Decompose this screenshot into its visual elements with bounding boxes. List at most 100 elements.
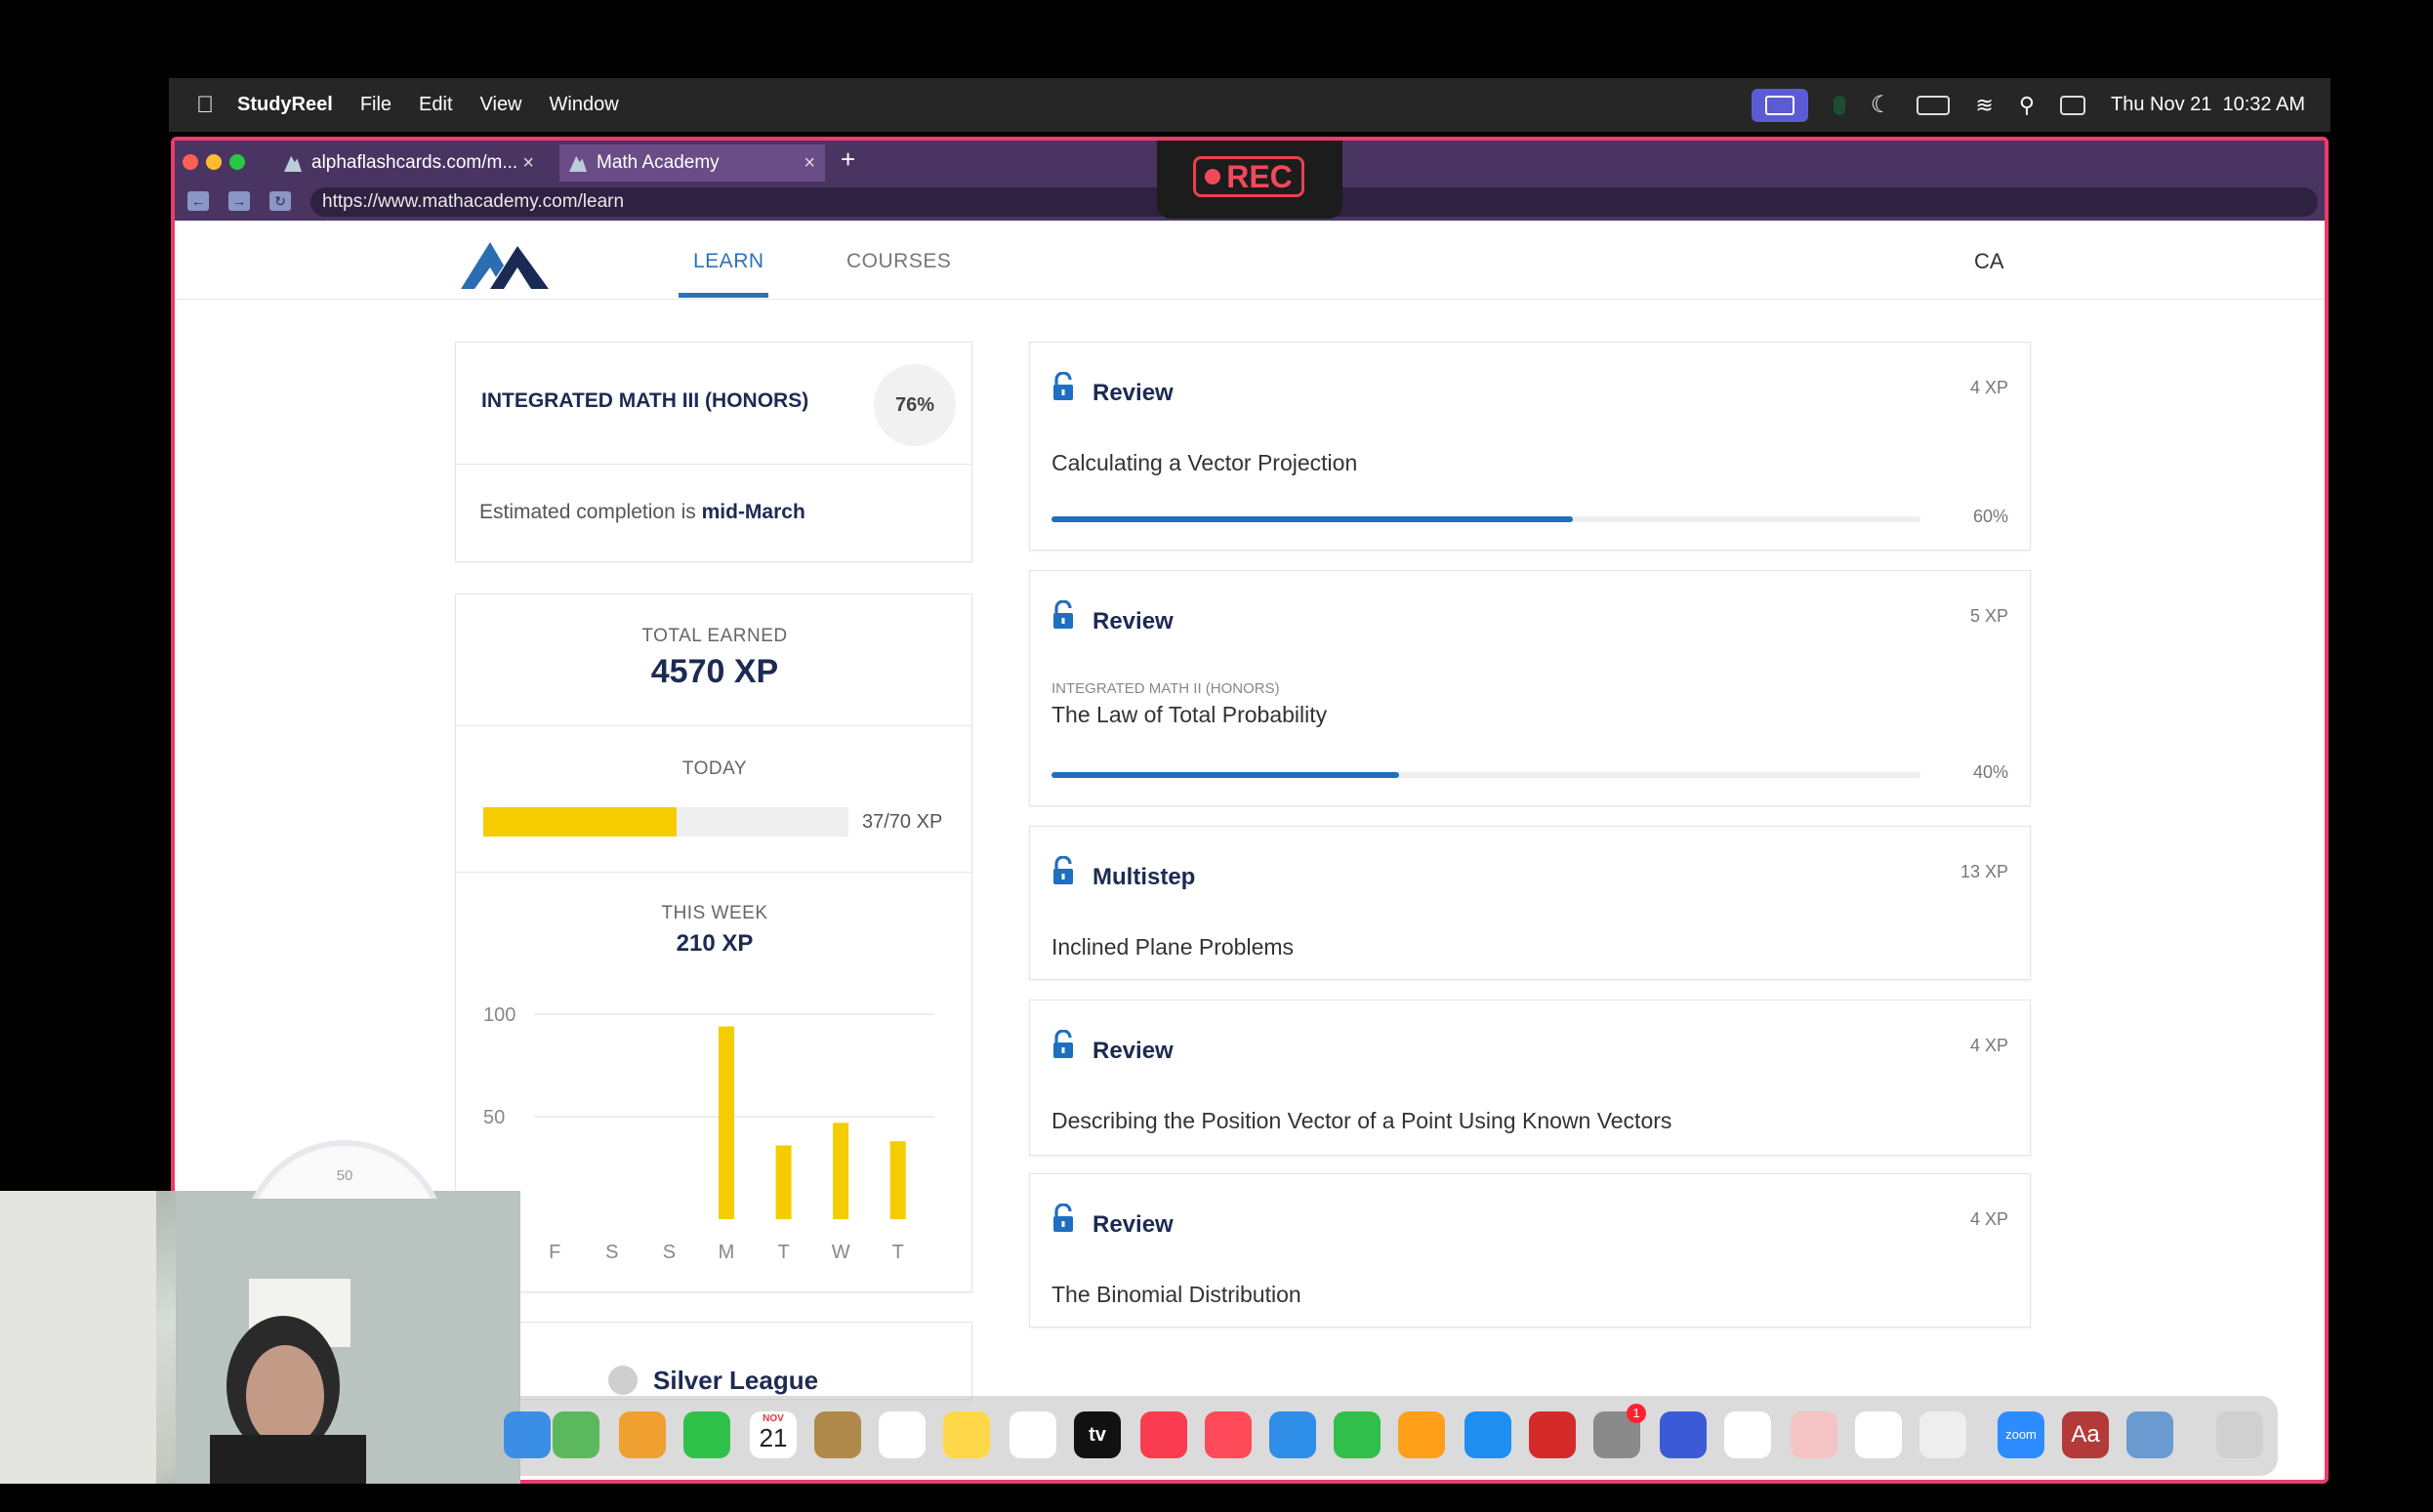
tv-icon[interactable]: tv <box>1074 1411 1121 1458</box>
reload-icon[interactable]: ↻ <box>269 191 291 211</box>
control-center-icon[interactable] <box>2059 95 2085 115</box>
acrobat-icon[interactable] <box>1529 1411 1576 1458</box>
dictionary-icon[interactable]: Aa <box>2062 1411 2109 1458</box>
app-store-icon[interactable] <box>1464 1411 1511 1458</box>
y-tick-label: 100 <box>483 1004 515 1026</box>
facetime-icon[interactable] <box>683 1411 730 1458</box>
apple-icon[interactable]:  <box>196 92 214 119</box>
cursor-app-icon[interactable] <box>1660 1411 1707 1458</box>
chrome-icon[interactable] <box>1855 1411 1902 1458</box>
lesson-card-3[interactable]: Multistep 13 XP Inclined Plane Problems <box>1029 826 2031 980</box>
lesson-card-4[interactable]: Review 4 XP Describing the Position Vect… <box>1029 1000 2031 1156</box>
pages-icon[interactable] <box>1398 1411 1445 1458</box>
tab-courses[interactable]: COURSES <box>846 250 951 273</box>
clock[interactable]: Thu Nov 21 10:32 AM <box>2111 94 2305 116</box>
zoom-label: zoom <box>2005 1427 2037 1442</box>
total-earned-label: TOTAL EARNED <box>641 626 788 646</box>
weekly-xp-chart: 100 50 F S S M T W T <box>483 1004 934 1263</box>
reminders-icon[interactable] <box>879 1411 926 1458</box>
record-dot-icon <box>1205 169 1221 184</box>
moon-icon[interactable]: ☾ <box>1871 91 1892 119</box>
music-icon[interactable] <box>1140 1411 1187 1458</box>
battery-icon[interactable] <box>1917 95 1951 115</box>
course-card[interactable]: INTEGRATED MATH III (HONORS) 76% Estimat… <box>455 342 972 562</box>
preview-icon[interactable] <box>2126 1411 2173 1458</box>
unlocked-lock-icon <box>1053 372 1073 400</box>
freeform-icon[interactable] <box>1010 1411 1056 1458</box>
contacts-icon[interactable] <box>814 1411 861 1458</box>
slack-icon[interactable] <box>1724 1411 1771 1458</box>
calendar-icon[interactable]: NOV 21 <box>750 1411 797 1458</box>
math-academy-favicon-icon <box>284 155 302 172</box>
lesson-type: Review <box>1093 380 1174 406</box>
bar-4 <box>775 1145 792 1219</box>
menu-edit[interactable]: Edit <box>419 94 452 116</box>
lesson-card-5[interactable]: Review 4 XP The Binomial Distribution <box>1029 1173 2031 1328</box>
bar-3 <box>719 1026 734 1219</box>
lesson-type: Review <box>1093 1038 1174 1064</box>
wifi-icon[interactable]: ≋ <box>1975 93 1993 118</box>
gauge-label: 50 <box>336 1167 353 1184</box>
maps-icon[interactable] <box>553 1411 599 1458</box>
back-icon[interactable]: ← <box>187 191 209 211</box>
screen-record-icon[interactable] <box>1751 88 1808 122</box>
menu-bar:  StudyReel File Edit View Window ☾ ≋ ⚲ … <box>169 78 2330 132</box>
tab-alphaflashcards[interactable]: alphaflashcards.com/m... × <box>274 144 544 182</box>
close-tab-icon[interactable]: × <box>804 152 815 175</box>
menu-file[interactable]: File <box>360 94 392 116</box>
lesson-type: Review <box>1093 1211 1174 1238</box>
trash-icon[interactable] <box>2216 1411 2263 1458</box>
tasks-icon[interactable] <box>1791 1411 1837 1458</box>
divider <box>456 872 971 873</box>
menu-app-name[interactable]: StudyReel <box>237 94 333 116</box>
menu-view[interactable]: View <box>480 94 522 116</box>
lesson-type: Review <box>1093 608 1174 634</box>
tv-label: tv <box>1089 1424 1106 1446</box>
numbers-icon[interactable] <box>1334 1411 1381 1458</box>
menu-window[interactable]: Window <box>550 94 619 116</box>
webcam-person-icon <box>0 1191 520 1484</box>
lesson-xp: 5 XP <box>1969 606 2008 626</box>
news-icon[interactable] <box>1205 1411 1252 1458</box>
keynote-icon[interactable] <box>1269 1411 1316 1458</box>
photos-icon[interactable] <box>619 1411 666 1458</box>
x-tick-label: T <box>777 1242 789 1263</box>
lesson-card-1[interactable]: Review 4 XP Calculating a Vector Project… <box>1029 342 2031 551</box>
lesson-course: INTEGRATED MATH II (HONORS) <box>1052 680 1280 697</box>
close-tab-icon[interactable]: × <box>522 152 534 175</box>
divider <box>456 725 971 726</box>
league-card[interactable]: Silver League <box>455 1322 972 1400</box>
tab-math-academy[interactable]: Math Academy × <box>559 144 825 182</box>
lesson-title: The Law of Total Probability <box>1052 702 1328 727</box>
notes-icon[interactable] <box>943 1411 990 1458</box>
green-dot-icon <box>1833 95 1845 115</box>
finder-icon[interactable] <box>504 1411 551 1458</box>
tab-learn[interactable]: LEARN <box>693 250 764 273</box>
lesson-progress-fill <box>1052 516 1573 522</box>
lesson-progress-label: 60% <box>1972 507 2008 526</box>
x-tick-label: M <box>719 1242 735 1263</box>
unlocked-lock-icon <box>1053 856 1073 884</box>
tab-label: alphaflashcards.com/m... <box>311 152 518 173</box>
scrolling-app-icon[interactable] <box>1919 1411 1966 1458</box>
user-avatar[interactable]: CA <box>1974 249 2004 274</box>
minimize-window-icon[interactable] <box>206 154 222 170</box>
unlocked-lock-icon <box>1053 1030 1073 1058</box>
math-academy-logo-icon[interactable] <box>461 238 549 289</box>
close-window-icon[interactable] <box>183 154 198 170</box>
lesson-progress-fill <box>1052 772 1399 778</box>
rec-badge: REC <box>1193 156 1304 197</box>
search-icon[interactable]: ⚲ <box>2019 93 2035 118</box>
zoom-icon[interactable]: zoom <box>1998 1411 2044 1458</box>
active-tab-indicator <box>679 293 768 298</box>
today-label: TODAY <box>681 758 748 779</box>
forward-icon[interactable]: → <box>228 191 250 211</box>
league-medal-icon <box>608 1366 638 1395</box>
rec-label: REC <box>1226 158 1293 194</box>
maximize-window-icon[interactable] <box>229 154 245 170</box>
lesson-card-2[interactable]: Review 5 XP INTEGRATED MATH II (HONORS) … <box>1029 570 2031 806</box>
this-week-value: 210 XP <box>676 930 754 957</box>
system-settings-icon[interactable]: 1 <box>1593 1404 1646 1458</box>
divider <box>456 464 971 465</box>
new-tab-button[interactable]: + <box>841 144 855 175</box>
